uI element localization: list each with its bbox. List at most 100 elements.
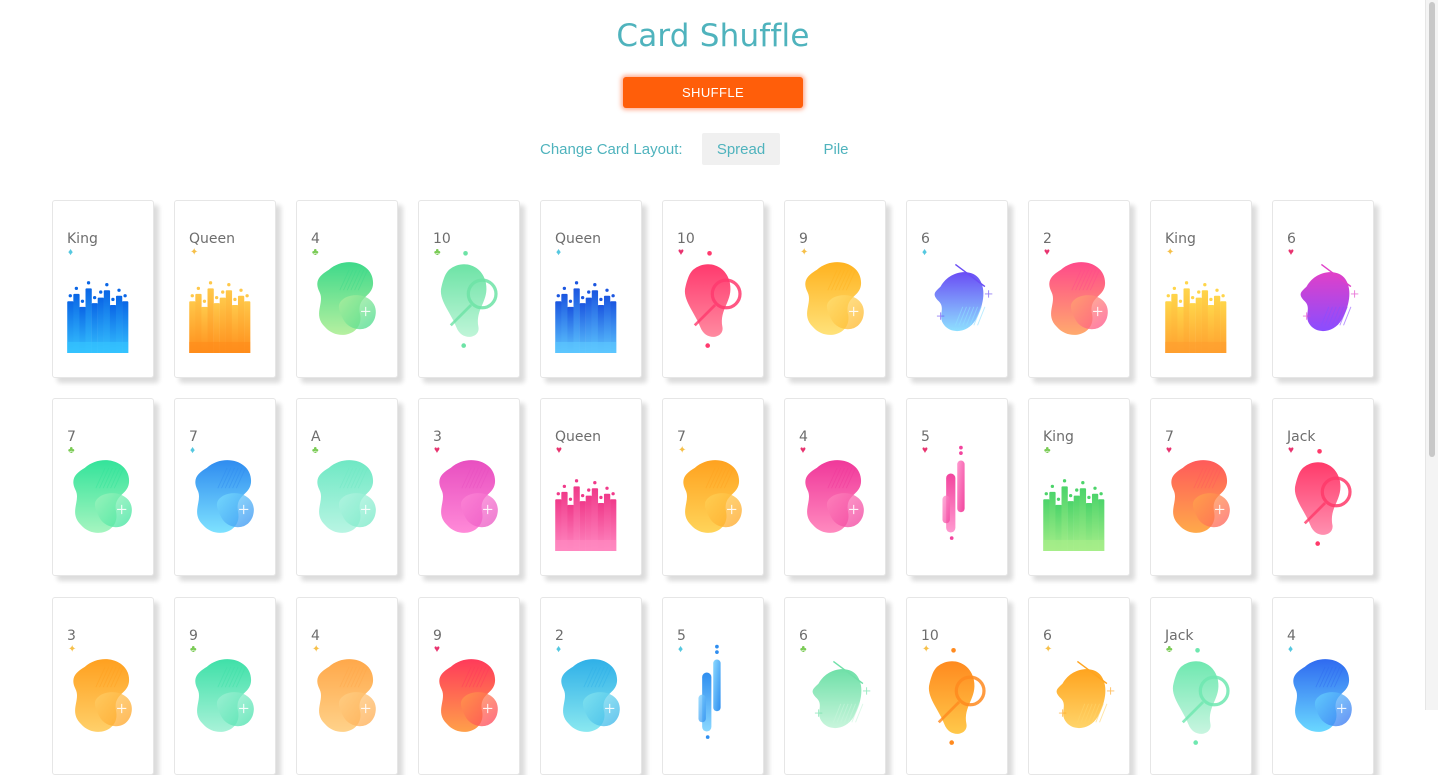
playing-card[interactable]: A ♣ xyxy=(296,398,398,576)
diamonds-suit-icon: ♦ xyxy=(1288,644,1294,655)
card-rank: 6 xyxy=(799,628,808,644)
card-rank: 10 xyxy=(921,628,939,644)
playing-card[interactable]: 5 ♦ xyxy=(662,597,764,775)
playing-card[interactable]: Queen ♥ xyxy=(540,398,642,576)
card-artwork xyxy=(1049,262,1108,335)
playing-card[interactable]: Queen ♦ xyxy=(540,200,642,378)
card-rank: 9 xyxy=(799,231,808,247)
playing-card[interactable]: 7 ♥ xyxy=(1150,398,1252,576)
spades-suit-icon: ✦ xyxy=(922,644,931,655)
card-rank: 4 xyxy=(1287,628,1296,644)
playing-card[interactable]: 4 ✦ xyxy=(296,597,398,775)
card-artwork xyxy=(805,460,864,533)
playing-card[interactable]: 6 ✦ xyxy=(1028,597,1130,775)
scrollbar-thumb[interactable] xyxy=(1429,2,1435,457)
card-rank: A xyxy=(311,429,321,445)
card-artwork xyxy=(1171,460,1230,533)
spades-suit-icon: ✦ xyxy=(1166,247,1175,258)
hearts-suit-icon: ♥ xyxy=(434,445,440,456)
diamonds-suit-icon: ♦ xyxy=(922,247,928,258)
card-artwork xyxy=(439,659,498,732)
card-artwork xyxy=(934,263,993,332)
hearts-suit-icon: ♥ xyxy=(1044,247,1050,258)
card-rank: 5 xyxy=(921,429,930,445)
playing-card[interactable]: 5 ♥ xyxy=(906,398,1008,576)
layout-spread-button[interactable]: Spread xyxy=(702,133,780,165)
playing-card[interactable]: 3 ✦ xyxy=(52,597,154,775)
playing-card[interactable]: 10 ♥ xyxy=(662,200,764,378)
layout-pile-button[interactable]: Pile xyxy=(806,133,866,165)
spades-suit-icon: ✦ xyxy=(800,247,809,258)
card-artwork xyxy=(555,479,617,551)
card-rank: 7 xyxy=(1165,429,1174,445)
playing-card[interactable]: 10 ✦ xyxy=(906,597,1008,775)
playing-card[interactable]: Queen ✦ xyxy=(174,200,276,378)
hearts-suit-icon: ♥ xyxy=(1166,445,1172,456)
playing-card[interactable]: 10 ♣ xyxy=(418,200,520,378)
card-rank: 4 xyxy=(799,429,808,445)
vertical-scrollbar[interactable] xyxy=(1425,0,1438,710)
card-artwork xyxy=(561,659,620,732)
diamonds-suit-icon: ♦ xyxy=(190,445,196,456)
clubs-suit-icon: ♣ xyxy=(312,445,319,456)
clubs-suit-icon: ♣ xyxy=(312,247,319,258)
playing-card[interactable]: 4 ♦ xyxy=(1272,597,1374,775)
clubs-suit-icon: ♣ xyxy=(68,445,75,456)
shuffle-button[interactable]: SHUFFLE xyxy=(623,77,803,108)
playing-card[interactable]: 9 ♥ xyxy=(418,597,520,775)
card-rank: 7 xyxy=(189,429,198,445)
card-artwork xyxy=(67,281,129,353)
card-artwork xyxy=(439,460,498,533)
hearts-suit-icon: ♥ xyxy=(556,445,562,456)
card-artwork xyxy=(555,281,617,353)
playing-card[interactable]: 9 ✦ xyxy=(784,200,886,378)
playing-card[interactable]: King ✦ xyxy=(1150,200,1252,378)
card-rank: 7 xyxy=(677,429,686,445)
playing-card[interactable]: Jack ♥ xyxy=(1272,398,1374,576)
card-rank: Queen xyxy=(555,231,601,247)
playing-card[interactable]: 2 ♦ xyxy=(540,597,642,775)
diamonds-suit-icon: ♦ xyxy=(556,644,562,655)
card-rank: Queen xyxy=(189,231,235,247)
playing-card[interactable]: 7 ✦ xyxy=(662,398,764,576)
card-rank: Jack xyxy=(1287,429,1316,445)
card-rank: 7 xyxy=(67,429,76,445)
playing-card[interactable]: 6 ♥ xyxy=(1272,200,1374,378)
playing-card[interactable]: 9 ♣ xyxy=(174,597,276,775)
playing-card[interactable]: 2 ♥ xyxy=(1028,200,1130,378)
layout-switcher: Change Card Layout: Spread Pile xyxy=(0,133,1426,165)
playing-card[interactable]: 3 ♥ xyxy=(418,398,520,576)
card-rank: 2 xyxy=(1043,231,1052,247)
playing-card[interactable]: 7 ♣ xyxy=(52,398,154,576)
card-rank: 5 xyxy=(677,628,686,644)
spades-suit-icon: ✦ xyxy=(678,445,687,456)
hearts-suit-icon: ♥ xyxy=(678,247,684,258)
card-artwork xyxy=(1293,659,1352,732)
diamonds-suit-icon: ♦ xyxy=(678,644,684,655)
playing-card[interactable]: 6 ♦ xyxy=(906,200,1008,378)
card-artwork xyxy=(698,644,721,739)
clubs-suit-icon: ♣ xyxy=(1166,644,1173,655)
card-artwork xyxy=(1300,263,1359,332)
card-rank: 10 xyxy=(433,231,451,247)
hearts-suit-icon: ♥ xyxy=(1288,247,1294,258)
diamonds-suit-icon: ♦ xyxy=(556,247,562,258)
hearts-suit-icon: ♥ xyxy=(1288,445,1294,456)
hearts-suit-icon: ♥ xyxy=(434,644,440,655)
playing-card[interactable]: Jack ♣ xyxy=(1150,597,1252,775)
layout-label: Change Card Layout: xyxy=(540,141,683,158)
playing-card[interactable]: King ♦ xyxy=(52,200,154,378)
playing-card[interactable]: 7 ♦ xyxy=(174,398,276,576)
card-artwork xyxy=(1294,449,1352,546)
playing-card[interactable]: King ♣ xyxy=(1028,398,1130,576)
playing-card[interactable]: 4 ♥ xyxy=(784,398,886,576)
card-rank: 2 xyxy=(555,628,564,644)
playing-card[interactable]: 6 ♣ xyxy=(784,597,886,775)
card-rank: 4 xyxy=(311,231,320,247)
hearts-suit-icon: ♥ xyxy=(800,445,806,456)
card-rank: 3 xyxy=(433,429,442,445)
clubs-suit-icon: ♣ xyxy=(800,644,807,655)
clubs-suit-icon: ♣ xyxy=(1044,445,1051,456)
playing-card[interactable]: 4 ♣ xyxy=(296,200,398,378)
clubs-suit-icon: ♣ xyxy=(434,247,441,258)
